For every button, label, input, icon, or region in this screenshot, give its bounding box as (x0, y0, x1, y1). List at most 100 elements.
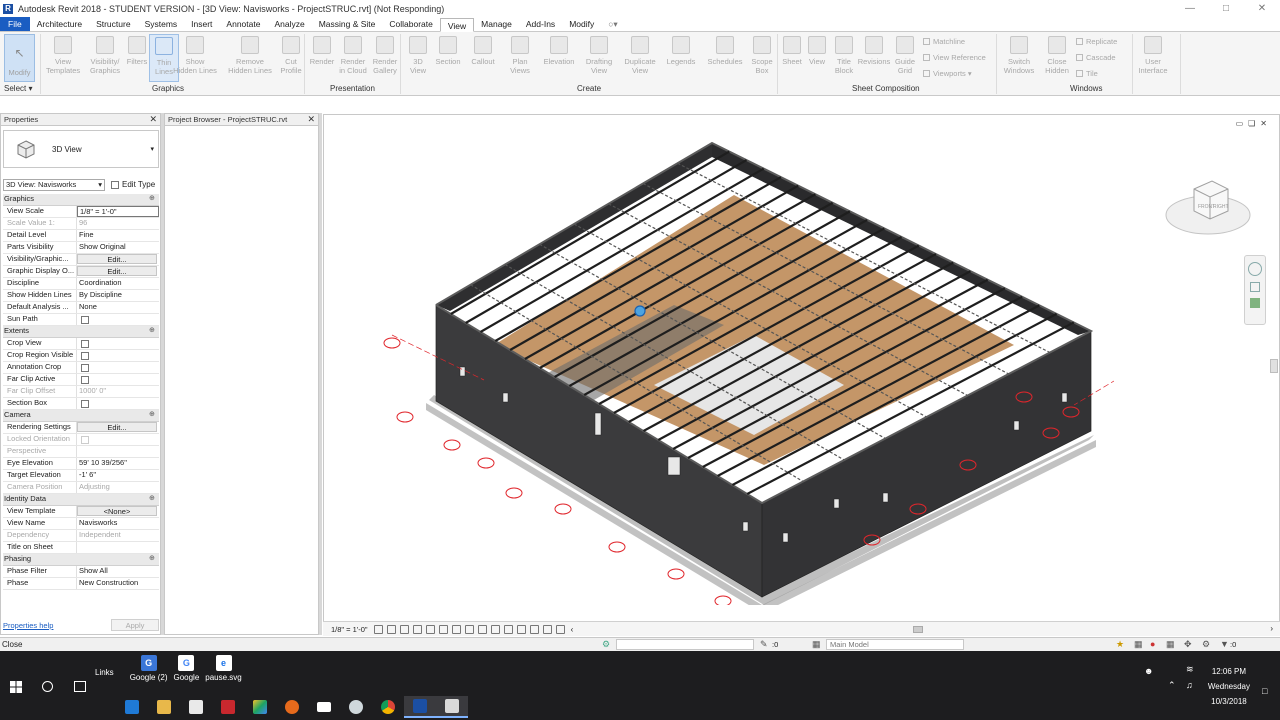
close-properties-icon[interactable]: ✕ (149, 114, 157, 125)
property-checkbox[interactable] (81, 400, 89, 408)
temporary-hide-icon[interactable] (477, 624, 487, 634)
worksets-icon[interactable]: ⚙ (602, 639, 610, 650)
minimize-button[interactable]: — (1172, 0, 1208, 17)
property-checkbox[interactable] (81, 364, 89, 372)
collapse-icon[interactable]: ⊕ (149, 194, 159, 205)
grid-bubble[interactable] (477, 457, 495, 469)
tab-manage[interactable]: Manage (474, 17, 519, 31)
property-value[interactable]: Show All (77, 566, 159, 577)
close-project-browser-icon[interactable]: ✕ (307, 114, 315, 125)
replicate-button[interactable]: Replicate (1076, 37, 1117, 46)
cortana-icon[interactable] (42, 681, 53, 692)
people-icon[interactable]: ☻ (1144, 666, 1153, 676)
grid-bubble[interactable] (667, 568, 685, 580)
tile-button[interactable]: Tile (1076, 69, 1098, 78)
schedules-button[interactable]: Schedules (707, 34, 743, 66)
apply-button[interactable]: Apply (111, 619, 159, 631)
design-options-icon[interactable]: ▦ (812, 639, 821, 650)
wifi-icon[interactable]: ≋ (1186, 664, 1194, 675)
property-value[interactable]: None (77, 302, 159, 313)
steering-wheel-icon[interactable] (1248, 262, 1262, 276)
sun-path-icon[interactable] (399, 624, 409, 634)
remove-hidden-lines-button[interactable]: Remove Hidden Lines (228, 34, 272, 75)
collapse-icon[interactable]: ⊕ (149, 326, 159, 337)
property-checkbox[interactable] (81, 376, 89, 384)
taskbar-revit[interactable] (404, 696, 436, 718)
property-value[interactable]: Fine (77, 230, 159, 241)
modify-button[interactable]: ↖ Modify (4, 34, 35, 82)
select-underlay-icon[interactable]: ▦ (1134, 639, 1143, 650)
property-section-header[interactable]: Extents ⊕ (3, 326, 159, 338)
maximize-button[interactable]: □ (1208, 0, 1244, 17)
property-checkbox[interactable] (81, 316, 89, 324)
viewport-splitter[interactable] (319, 113, 322, 635)
tab-architecture[interactable]: Architecture (30, 17, 89, 31)
cut-profile-button[interactable]: Cut Profile (276, 34, 306, 75)
grid-bubble[interactable] (443, 439, 461, 451)
property-checkbox[interactable] (81, 340, 89, 348)
select-dropdown[interactable]: Select ▾ (4, 84, 32, 93)
taskbar-store[interactable] (180, 696, 212, 718)
taskbar-typora[interactable] (212, 696, 244, 718)
grid-bubble[interactable] (714, 595, 732, 605)
select-pinned-icon[interactable]: ● (1150, 639, 1155, 649)
elevation-button[interactable]: Elevation (544, 34, 574, 66)
link-google[interactable]: G Google (173, 655, 199, 682)
shadows-icon[interactable] (412, 624, 422, 634)
taskbar-google-drive[interactable] (244, 696, 276, 718)
ribbon-toggle-icon[interactable]: ○▾ (601, 17, 624, 31)
building-3d-model[interactable] (374, 135, 1114, 605)
switch-windows-button[interactable]: Switch Windows (1004, 34, 1034, 75)
action-center-icon[interactable]: □ (1262, 686, 1267, 696)
edit-type-button[interactable]: Edit Type (111, 180, 155, 189)
design-option-select[interactable]: Main Model (826, 639, 964, 650)
revit-app-icon[interactable]: R (3, 3, 13, 14)
tab-structure[interactable]: Structure (89, 17, 138, 31)
grid-bubble[interactable] (608, 541, 626, 553)
section-button[interactable]: Section (433, 34, 463, 66)
navigation-bar[interactable] (1244, 255, 1266, 325)
property-value[interactable]: Navisworks (77, 518, 159, 529)
property-edit-button[interactable]: Edit... (77, 254, 157, 264)
type-selector[interactable]: 3D View ▾ (3, 130, 159, 168)
analytical-model-icon[interactable] (529, 624, 539, 634)
taskbar-mail[interactable] (308, 696, 340, 718)
3d-view-button[interactable]: 3D View (403, 34, 433, 75)
vertical-scroll-thumb[interactable] (1270, 359, 1278, 373)
property-value[interactable] (77, 542, 159, 553)
drag-elements-icon[interactable]: ✥ (1184, 639, 1192, 650)
property-value[interactable]: Show Original (77, 242, 159, 253)
property-section-header[interactable]: Identity Data ⊕ (3, 494, 159, 506)
show-crop-region-icon[interactable] (451, 624, 461, 634)
view-reference-button[interactable]: View Reference (923, 53, 986, 62)
render-gallery-button[interactable]: Render Gallery (370, 34, 400, 75)
duplicate-view-button[interactable]: Duplicate View (624, 34, 656, 75)
taskbar-firefox[interactable] (276, 696, 308, 718)
property-checkbox[interactable] (81, 352, 89, 360)
windows-start-icon[interactable] (10, 681, 22, 693)
background-processes-icon[interactable]: ⚙ (1202, 639, 1210, 650)
viewports-dropdown[interactable]: Viewports ▾ (923, 69, 972, 78)
select-by-face-icon[interactable]: ▦ (1166, 639, 1175, 650)
grid-bubble[interactable] (505, 487, 523, 499)
viewport-restore-icon[interactable]: ❏ (1248, 119, 1255, 128)
close-hidden-button[interactable]: Close Hidden (1042, 34, 1072, 75)
collapse-icon[interactable]: ⊕ (149, 554, 159, 565)
reveal-constraints-icon[interactable] (555, 624, 565, 634)
collapse-icon[interactable]: ⊕ (149, 410, 159, 421)
system-clock[interactable]: 12:06 PM Wednesday 10/3/2018 (1208, 664, 1250, 709)
tab-modify[interactable]: Modify (562, 17, 601, 31)
show-hidden-lines-button[interactable]: Show Hidden Lines (173, 34, 217, 75)
property-value[interactable]: Coordination (77, 278, 159, 289)
link-pause-svg[interactable]: e pause.svg (205, 655, 242, 682)
horizontal-scroll-thumb[interactable] (913, 626, 923, 633)
link-google-2[interactable]: G Google (2) (130, 655, 167, 682)
property-value[interactable]: -1' 6" (77, 470, 159, 481)
cascade-button[interactable]: Cascade (1076, 53, 1116, 62)
tab-insert[interactable]: Insert (184, 17, 219, 31)
revisions-button[interactable]: Revisions (858, 34, 890, 66)
filters-button[interactable]: Filters (122, 34, 152, 66)
lock-3d-view-icon[interactable] (464, 624, 474, 634)
user-interface-button[interactable]: User Interface (1138, 34, 1168, 75)
legends-button[interactable]: Legends (666, 34, 696, 66)
